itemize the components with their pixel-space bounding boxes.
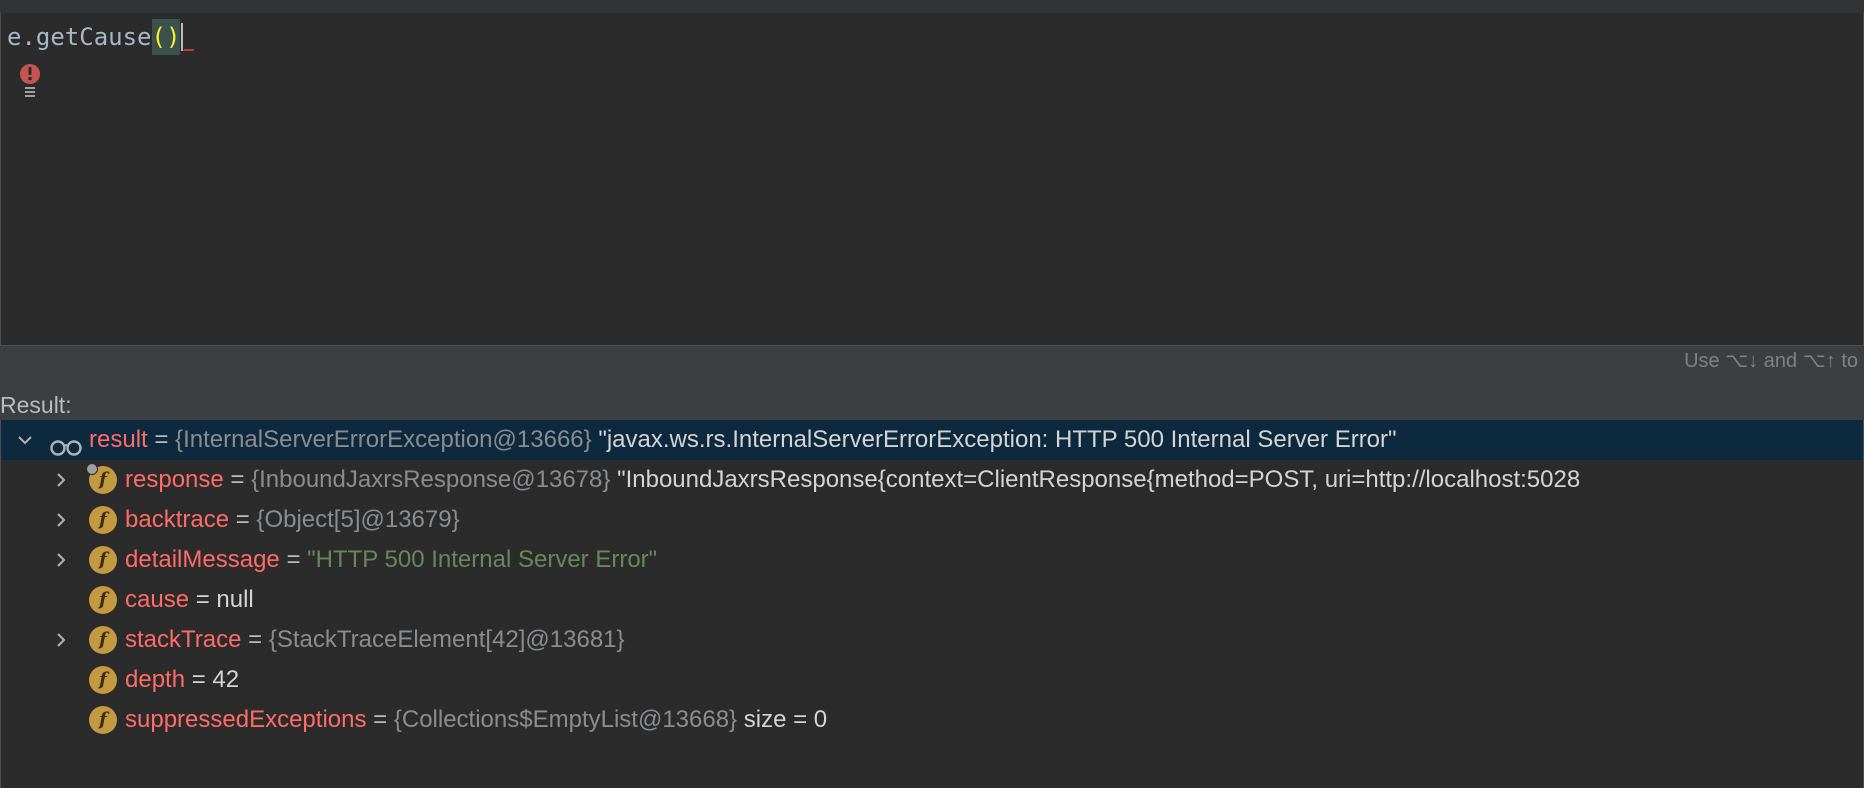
error-squiggle: [183, 45, 198, 51]
field-f-icon: f: [89, 626, 117, 654]
chevron-down-icon[interactable]: [15, 430, 35, 450]
object-value: "javax.ws.rs.InternalServerErrorExceptio…: [598, 426, 1397, 453]
object-type: {Object[5]@13679}: [256, 506, 460, 533]
tree-row-stacktrace[interactable]: f stackTrace = {StackTraceElement[42]@13…: [1, 620, 1863, 660]
tree-row-text: suppressedExceptions = {Collections$Empt…: [125, 700, 827, 740]
variable-name: stackTrace: [125, 626, 242, 653]
string-value: "HTTP 500 Internal Server Error": [307, 546, 658, 573]
tree-row-depth[interactable]: f depth = 42: [1, 660, 1863, 700]
watch-glasses-icon: [49, 430, 83, 456]
object-type: {InboundJaxrsResponse@13678}: [251, 466, 611, 493]
variable-name: detailMessage: [125, 546, 280, 573]
tree-row-text: backtrace = {Object[5]@13679}: [125, 500, 460, 540]
equals-sign: =: [230, 466, 245, 493]
object-value: "InboundJaxrsResponse{context=ClientResp…: [617, 466, 1581, 493]
chevron-right-icon[interactable]: [51, 470, 71, 490]
pin-icon: [86, 463, 98, 475]
field-f-icon: f: [89, 506, 117, 534]
equals-value: = 42: [191, 666, 240, 693]
expression-line[interactable]: e.getCause(): [7, 19, 198, 55]
tree-row-text: depth = 42: [125, 660, 239, 700]
variable-name: cause: [125, 586, 190, 613]
tree-row-backtrace[interactable]: f backtrace = {Object[5]@13679}: [1, 500, 1863, 540]
result-label: Result:: [0, 392, 72, 418]
result-tree[interactable]: result = {InternalServerErrorException@1…: [0, 420, 1864, 788]
tree-row-text: detailMessage = "HTTP 500 Internal Serve…: [125, 540, 657, 580]
field-f-icon: f: [89, 546, 117, 574]
expression-editor[interactable]: e.getCause(): [0, 12, 1864, 346]
chevron-right-icon[interactable]: [51, 550, 71, 570]
expression-text: e.getCause: [7, 23, 152, 51]
equals-sign: =: [286, 546, 301, 573]
equals-sign: =: [235, 506, 250, 533]
text-caret: [181, 23, 184, 51]
field-f-icon: f: [89, 586, 117, 614]
variable-name: suppressedExceptions: [125, 706, 367, 733]
chevron-right-icon[interactable]: [51, 510, 71, 530]
chevron-right-icon[interactable]: [51, 630, 71, 650]
field-f-icon: f: [86, 463, 117, 494]
tree-row-result[interactable]: result = {InternalServerErrorException@1…: [1, 420, 1863, 460]
object-type: {Collections$EmptyList@13668}: [393, 706, 738, 733]
tree-row-text: cause = null: [125, 580, 254, 620]
equals-value: = null: [195, 586, 254, 613]
tree-row-response[interactable]: f response = {InboundJaxrsResponse@13678…: [1, 460, 1863, 500]
equals-sign: =: [373, 706, 388, 733]
tree-row-suppressedexceptions[interactable]: f suppressedExceptions = {Collections$Em…: [1, 700, 1863, 740]
variable-name: backtrace: [125, 506, 230, 533]
expression-parens: (): [151, 19, 181, 55]
field-f-icon: f: [89, 666, 117, 694]
equals-sign: =: [248, 626, 263, 653]
collection-size: size = 0: [743, 706, 828, 733]
variable-name: response: [125, 466, 224, 493]
tree-row-detailmessage[interactable]: f detailMessage = "HTTP 500 Internal Ser…: [1, 540, 1863, 580]
equals-sign: =: [154, 426, 169, 453]
tree-row-text: result = {InternalServerErrorException@1…: [89, 420, 1397, 460]
error-badge-icon[interactable]: [17, 63, 43, 99]
tree-row-text: response = {InboundJaxrsResponse@13678} …: [125, 460, 1580, 500]
tree-row-cause[interactable]: f cause = null: [1, 580, 1863, 620]
field-f-icon: f: [89, 706, 117, 734]
object-type: {InternalServerErrorException@13666}: [175, 426, 592, 453]
object-type: {StackTraceElement[42]@13681}: [268, 626, 625, 653]
tree-row-text: stackTrace = {StackTraceElement[42]@1368…: [125, 620, 625, 660]
variable-name: depth: [125, 666, 186, 693]
variable-name: result: [89, 426, 148, 453]
history-hint: Use ⌥↓ and ⌥↑ to: [1684, 350, 1858, 372]
